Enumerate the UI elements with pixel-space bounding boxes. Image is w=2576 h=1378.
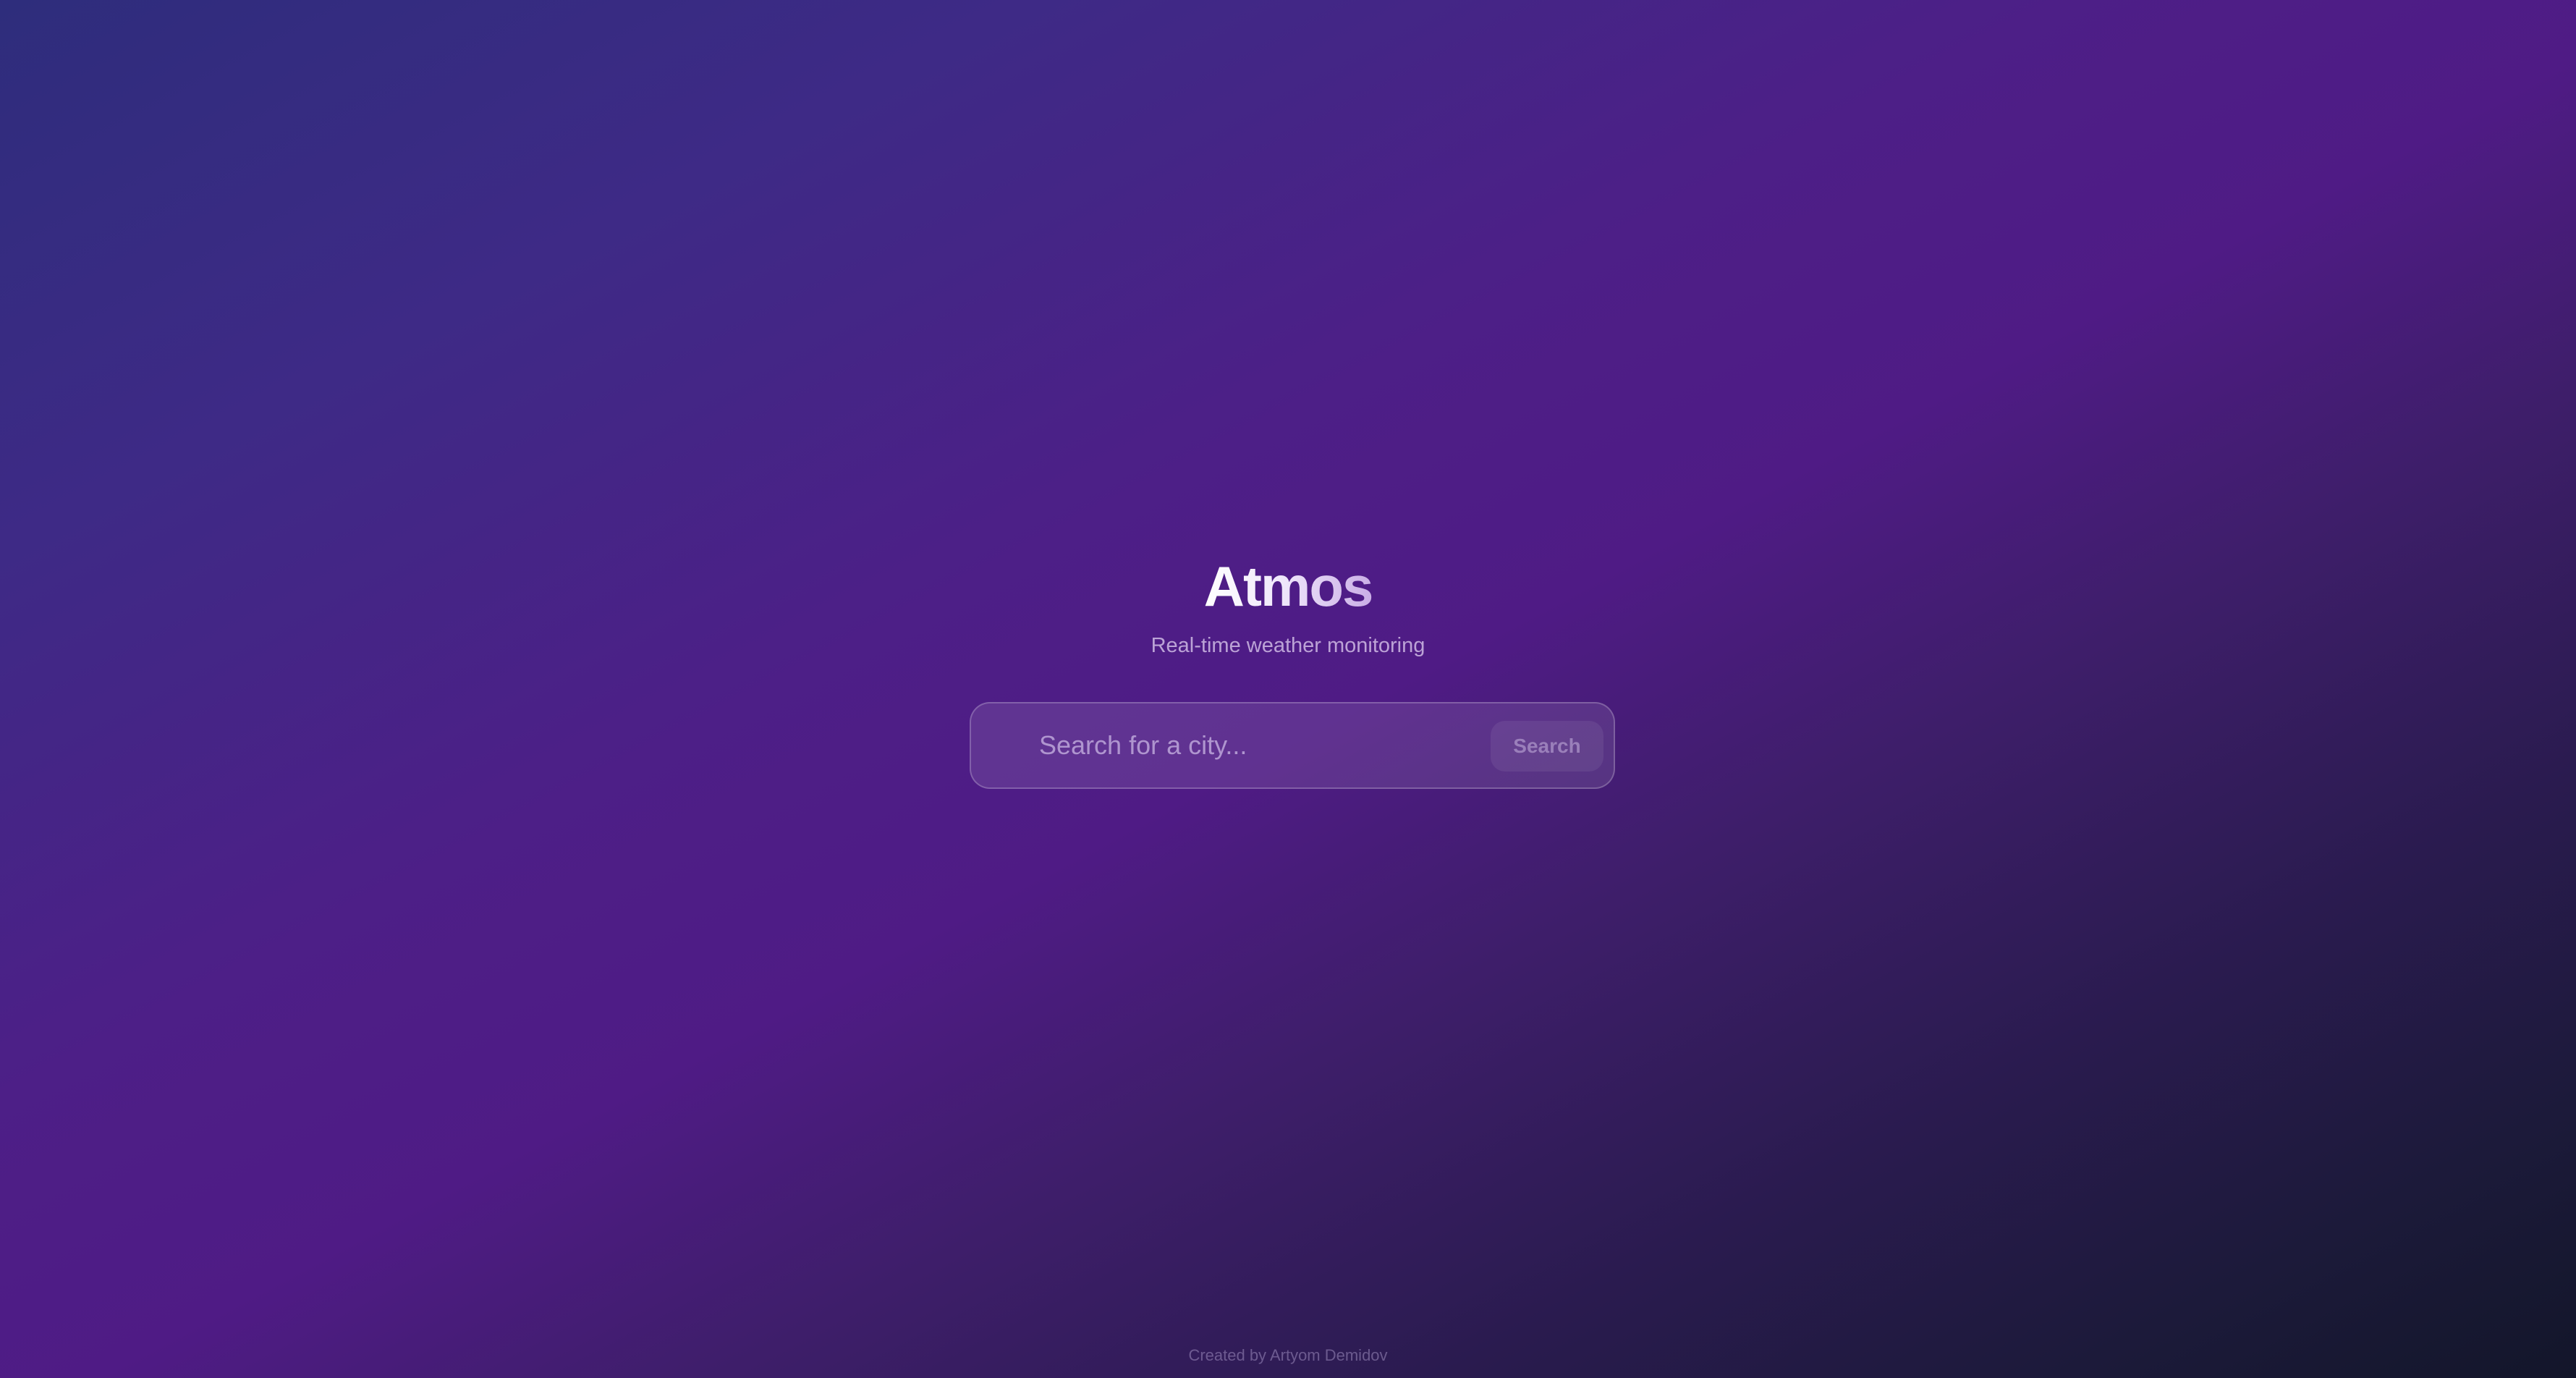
- app-subtitle: Real-time weather monitoring: [1151, 634, 1425, 657]
- search-button[interactable]: Search: [1491, 721, 1603, 772]
- footer-credit: Created by Artyom Demidov: [1188, 1346, 1388, 1364]
- app-title: Atmos: [1204, 550, 1374, 622]
- search-input[interactable]: [1039, 719, 1473, 772]
- hero-header: Atmos Real-time weather monitoring: [0, 550, 2576, 660]
- search-bar: Search: [970, 702, 1615, 789]
